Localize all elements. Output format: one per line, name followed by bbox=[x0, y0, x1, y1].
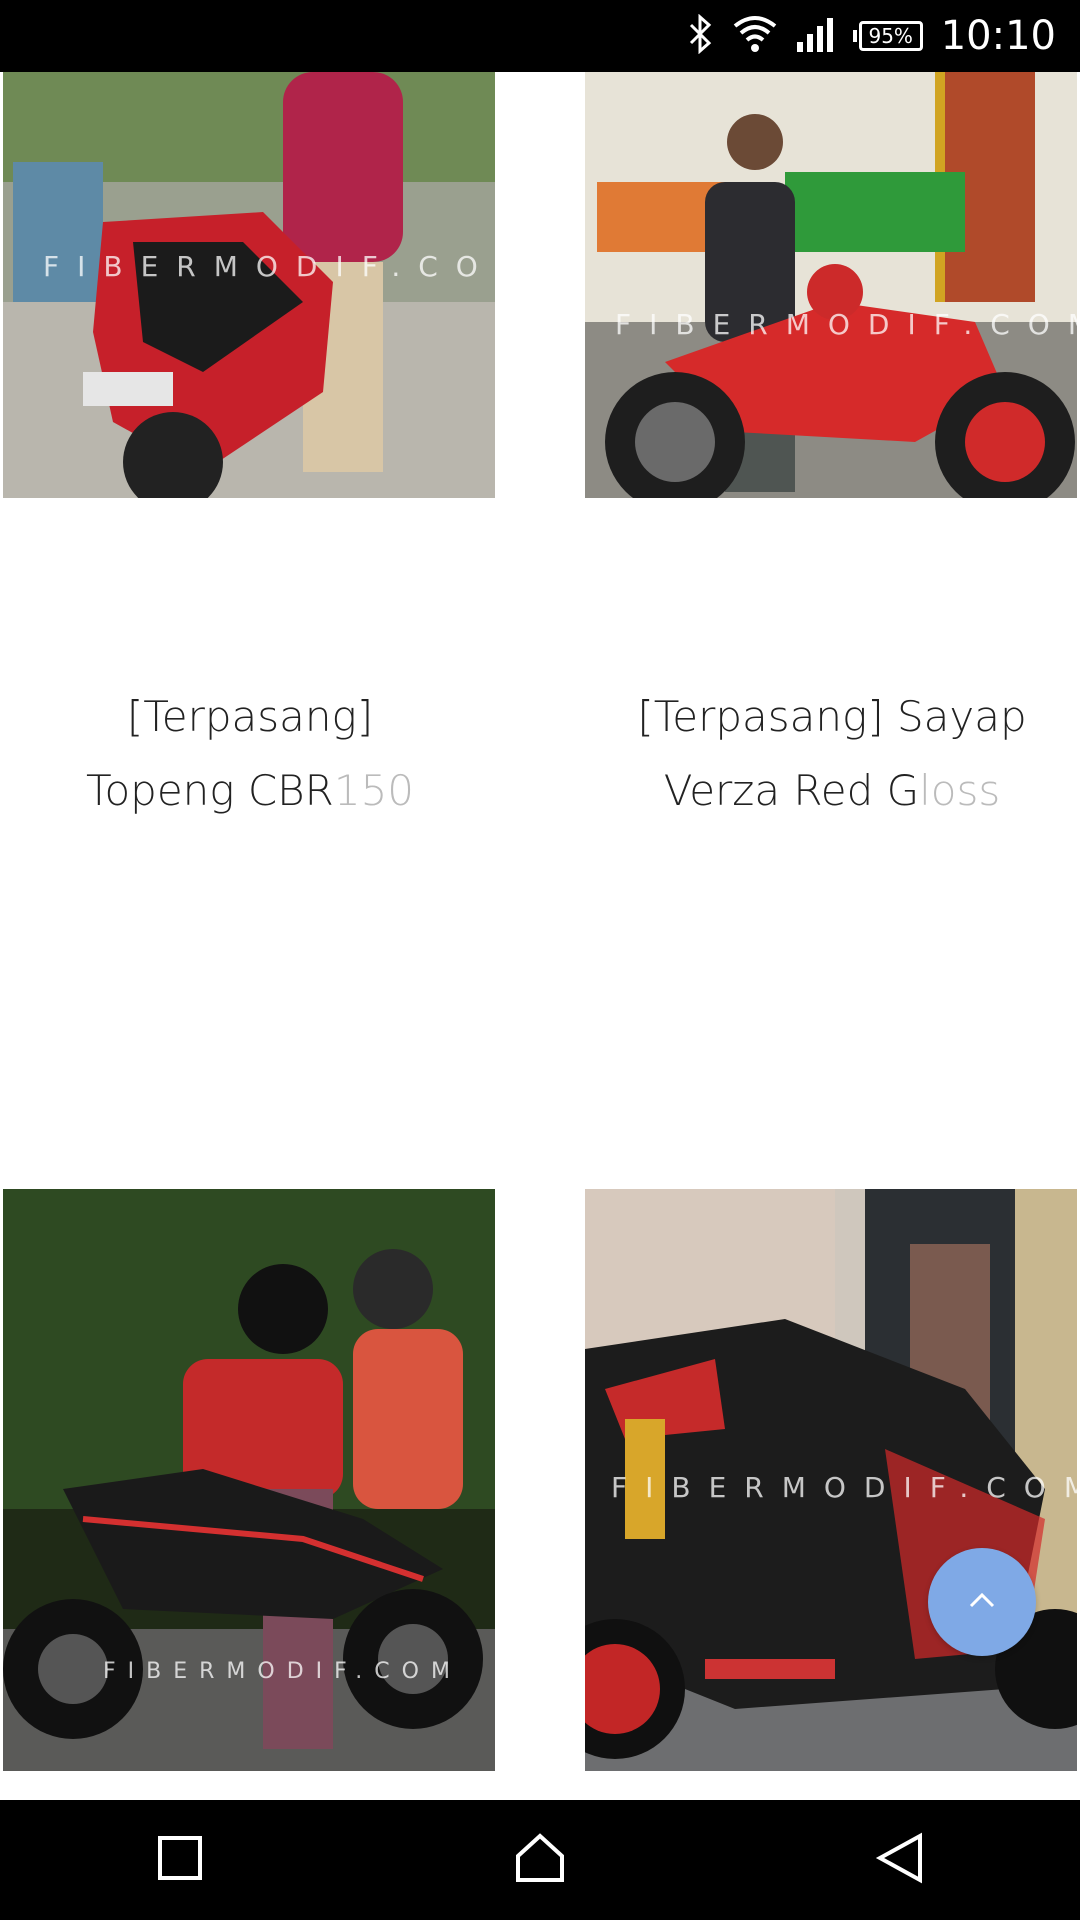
cellular-signal-icon bbox=[795, 14, 835, 58]
recent-apps-icon bbox=[156, 1834, 204, 1886]
gallery-image-cbr250rr[interactable]: FIBERMODIF.COM bbox=[585, 1189, 1077, 1771]
title-line-2: Topeng CBR150 bbox=[85, 766, 415, 815]
title-line-2: Verza Red Gloss bbox=[663, 766, 1001, 815]
chevron-up-icon bbox=[967, 1590, 997, 1614]
battery-percent: 95% bbox=[858, 21, 923, 51]
title-line-1: [Terpasang] Sayap bbox=[637, 692, 1027, 741]
gallery-grid: FIBERMODIF.COM FIBERMODIF.COM [Terpasang… bbox=[0, 72, 1080, 1800]
home-button[interactable] bbox=[480, 1800, 600, 1920]
title-line-1: [Terpasang] bbox=[126, 692, 374, 741]
status-icons: 95% 10:10 bbox=[685, 0, 1056, 72]
watermark: FIBERMODIF.COM bbox=[43, 250, 495, 283]
watermark: FIBERMODIF.COM bbox=[615, 308, 1077, 341]
recent-apps-button[interactable] bbox=[120, 1800, 240, 1920]
wifi-icon bbox=[733, 14, 777, 58]
home-icon bbox=[514, 1832, 566, 1888]
back-button[interactable] bbox=[840, 1800, 960, 1920]
gallery-image-topeng-cbr150[interactable]: FIBERMODIF.COM bbox=[3, 72, 495, 498]
watermark: FIBERMODIF.COM bbox=[611, 1471, 1077, 1504]
gallery-image-sayap-verza[interactable]: FIBERMODIF.COM bbox=[585, 72, 1077, 498]
clock: 10:10 bbox=[940, 13, 1056, 59]
status-bar: 95% 10:10 bbox=[0, 0, 1080, 72]
watermark: FIBERMODIF.COM bbox=[103, 1659, 462, 1684]
gallery-title-sayap-verza[interactable]: [Terpasang] Sayap Verza Red Gloss bbox=[585, 680, 1079, 828]
gallery-image-night-riders[interactable]: FIBERMODIF.COM bbox=[3, 1189, 495, 1771]
bluetooth-icon bbox=[685, 13, 715, 58]
navigation-bar bbox=[0, 1800, 1080, 1920]
gallery-title-topeng-cbr150[interactable]: [Terpasang] Topeng CBR150 bbox=[3, 680, 497, 828]
scroll-to-top-button[interactable] bbox=[928, 1548, 1036, 1656]
back-icon bbox=[874, 1832, 926, 1888]
battery-icon: 95% bbox=[852, 21, 923, 51]
